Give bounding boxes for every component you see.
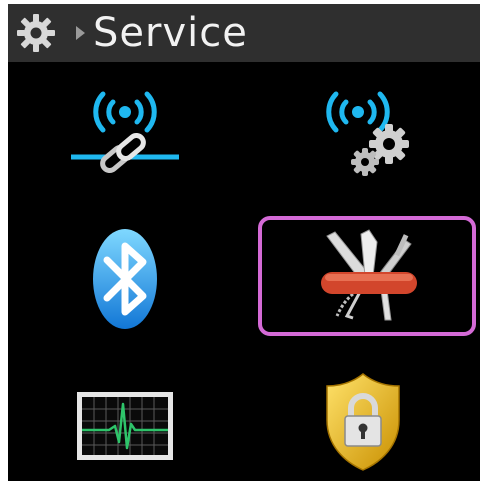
menu-item-diagnostics[interactable] xyxy=(60,376,190,476)
wireless-settings-icon xyxy=(326,91,409,176)
menu-item-wireless-link[interactable] xyxy=(60,82,190,182)
service-screen: Service xyxy=(8,4,480,481)
page-title: Service xyxy=(93,10,248,56)
ecg-monitor-icon xyxy=(77,392,173,460)
menu-item-security[interactable] xyxy=(298,368,428,476)
bluetooth-icon xyxy=(93,229,157,329)
gear-icon xyxy=(14,11,58,55)
menu-item-tools[interactable] xyxy=(258,216,476,336)
swiss-army-knife-icon xyxy=(321,229,417,321)
menu-item-wireless-settings[interactable] xyxy=(298,82,428,182)
wireless-link-icon xyxy=(71,91,179,173)
title-bar: Service xyxy=(8,4,480,62)
menu-item-bluetooth[interactable] xyxy=(60,220,190,338)
security-lock-icon xyxy=(326,373,400,471)
chevron-right-icon xyxy=(76,26,85,40)
